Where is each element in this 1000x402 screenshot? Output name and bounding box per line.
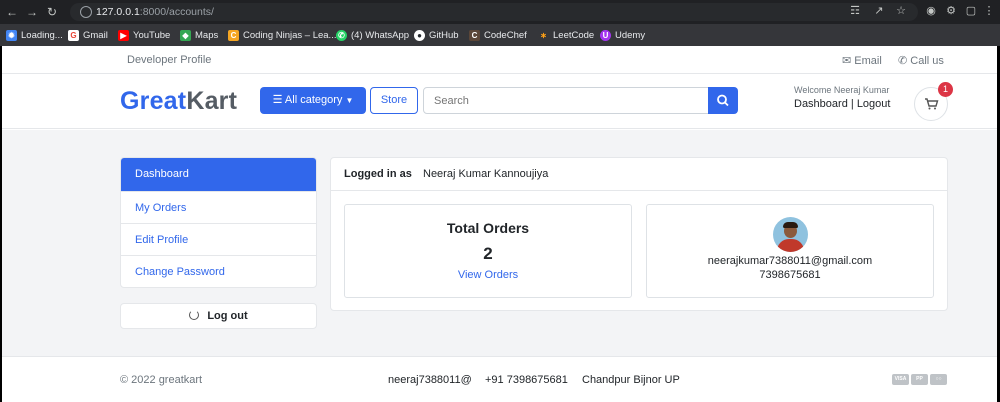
browser-toolbar: ← → ↻ 127.0.0.1:8000/accounts/ ☶ ↗ ☆ ◉ ⚙…: [0, 0, 1000, 24]
google-icon: G: [68, 29, 79, 41]
mastercard-icon: ○○: [930, 374, 947, 385]
search-button[interactable]: [708, 87, 738, 114]
link-separator: |: [850, 98, 854, 110]
site-footer: © 2022 greatkart neeraj7388011@ +91 7398…: [2, 356, 997, 402]
top-bar: Developer Profile ✉ Email ✆ Call us: [2, 46, 997, 74]
total-orders-box: Total Orders 2 View Orders: [344, 204, 632, 298]
forward-arrow-icon[interactable]: →: [24, 4, 40, 20]
back-arrow-icon[interactable]: ←: [4, 4, 20, 20]
paypal-icon: PP: [911, 374, 928, 385]
sidebar-item-change-password[interactable]: Change Password: [121, 255, 316, 287]
udemy-icon: U: [600, 29, 611, 41]
logout-button[interactable]: Log out: [120, 303, 317, 329]
bookmark-maps[interactable]: ◆ Maps: [180, 27, 218, 43]
email-link[interactable]: ✉ Email: [842, 54, 882, 67]
bookmarks-bar: ✹ Loading... G Gmail ▶ YouTube ◆ Maps C Codin…: [0, 24, 1000, 46]
store-button[interactable]: Store: [370, 87, 418, 114]
logout-link[interactable]: Logout: [857, 98, 891, 110]
cart-count-badge: 1: [938, 82, 953, 97]
all-category-button[interactable]: ☰ All category ▼: [260, 87, 366, 114]
call-link[interactable]: ✆ Call us: [898, 54, 944, 67]
user-name: Neeraj Kumar Kannoujiya: [423, 168, 549, 180]
extension-icon[interactable]: ◉: [924, 4, 938, 18]
footer-email: neeraj7388011@: [388, 374, 472, 386]
sidebar-item-dashboard[interactable]: Dashboard: [121, 158, 316, 191]
loading-icon: ✹: [6, 29, 17, 41]
bookmark-github[interactable]: ● GitHub: [414, 27, 459, 43]
search-icon: [717, 94, 729, 107]
maps-icon: ◆: [180, 29, 191, 41]
address-bar[interactable]: 127.0.0.1:8000/accounts/: [70, 3, 918, 21]
search-input[interactable]: [423, 87, 709, 114]
bookmark-gmail[interactable]: G Gmail: [68, 27, 108, 43]
translate-icon[interactable]: ☶: [848, 4, 862, 18]
whatsapp-icon: ✆: [336, 29, 347, 41]
footer-address: Chandpur Bijnor UP: [582, 374, 680, 386]
youtube-icon: ▶: [118, 29, 129, 41]
footer-phone: +91 7398675681: [485, 374, 568, 386]
cart-button[interactable]: 1: [914, 82, 953, 121]
envelope-icon: ✉: [842, 55, 852, 67]
brand-logo[interactable]: GreatKart: [120, 87, 237, 116]
bookmark-codechef[interactable]: C CodeChef: [469, 27, 527, 43]
puzzle-icon[interactable]: ⚙: [944, 4, 958, 18]
card-header: Logged in as Neeraj Kumar Kannoujiya: [331, 158, 947, 191]
phone-icon: ✆: [898, 55, 908, 67]
profile-box: neerajkumar7388011@gmail.com 7398675681: [646, 204, 934, 298]
profile-email: neerajkumar7388011@gmail.com: [707, 255, 873, 267]
site-header: GreatKart ☰ All category ▼ Store Welcome…: [2, 75, 997, 129]
logged-in-label: Logged in as: [344, 168, 412, 180]
menu-dots-icon[interactable]: ⋮: [982, 4, 996, 18]
power-icon: [189, 310, 200, 320]
view-orders-link[interactable]: View Orders: [345, 269, 631, 281]
sidebar-item-my-orders[interactable]: My Orders: [121, 191, 316, 223]
total-orders-title: Total Orders: [446, 220, 530, 236]
sidebar-item-edit-profile[interactable]: Edit Profile: [121, 223, 316, 255]
github-icon: ●: [414, 29, 425, 41]
welcome-text: Welcome Neeraj Kumar: [794, 85, 890, 95]
site-info-icon[interactable]: [80, 6, 92, 18]
bookmark-udemy[interactable]: U Udemy: [600, 27, 645, 43]
dashboard-main: Dashboard My Orders Edit Profile Change …: [2, 130, 997, 356]
share-icon[interactable]: ↗: [872, 4, 886, 18]
account-links: Dashboard | Logout: [794, 98, 890, 110]
reload-icon[interactable]: ↻: [44, 4, 60, 20]
coding-ninjas-icon: C: [228, 29, 239, 41]
caret-down-icon: ▼: [345, 96, 354, 105]
url-text: 127.0.0.1:8000/accounts/: [96, 6, 214, 18]
bookmark-loading[interactable]: ✹ Loading...: [6, 27, 63, 43]
bookmark-coding-ninjas[interactable]: C Coding Ninjas – Lea...: [228, 27, 336, 43]
sidepanel-icon[interactable]: ▢: [964, 4, 978, 18]
bookmark-star-icon[interactable]: ☆: [894, 4, 908, 18]
total-orders-count: 2: [483, 244, 493, 263]
visa-icon: VISA: [892, 374, 909, 385]
leetcode-icon: ∗: [538, 29, 549, 41]
dashboard-link[interactable]: Dashboard: [794, 98, 848, 110]
bookmark-leetcode[interactable]: ∗ LeetCode: [538, 27, 594, 43]
account-card: Logged in as Neeraj Kumar Kannoujiya Tot…: [330, 157, 948, 311]
copyright-text: © 2022 greatkart: [120, 374, 203, 386]
bookmark-youtube[interactable]: ▶ YouTube: [118, 27, 170, 43]
profile-phone: 7398675681: [759, 269, 821, 281]
payment-icons: VISA PP ○○: [892, 374, 947, 385]
account-sidebar: Dashboard My Orders Edit Profile Change …: [120, 157, 317, 288]
bookmark-whatsapp[interactable]: ✆ (4) WhatsApp: [336, 27, 409, 43]
list-icon: ☰: [272, 94, 283, 106]
avatar: [773, 217, 808, 252]
codechef-icon: C: [469, 29, 480, 41]
developer-profile-link[interactable]: Developer Profile: [127, 54, 211, 66]
